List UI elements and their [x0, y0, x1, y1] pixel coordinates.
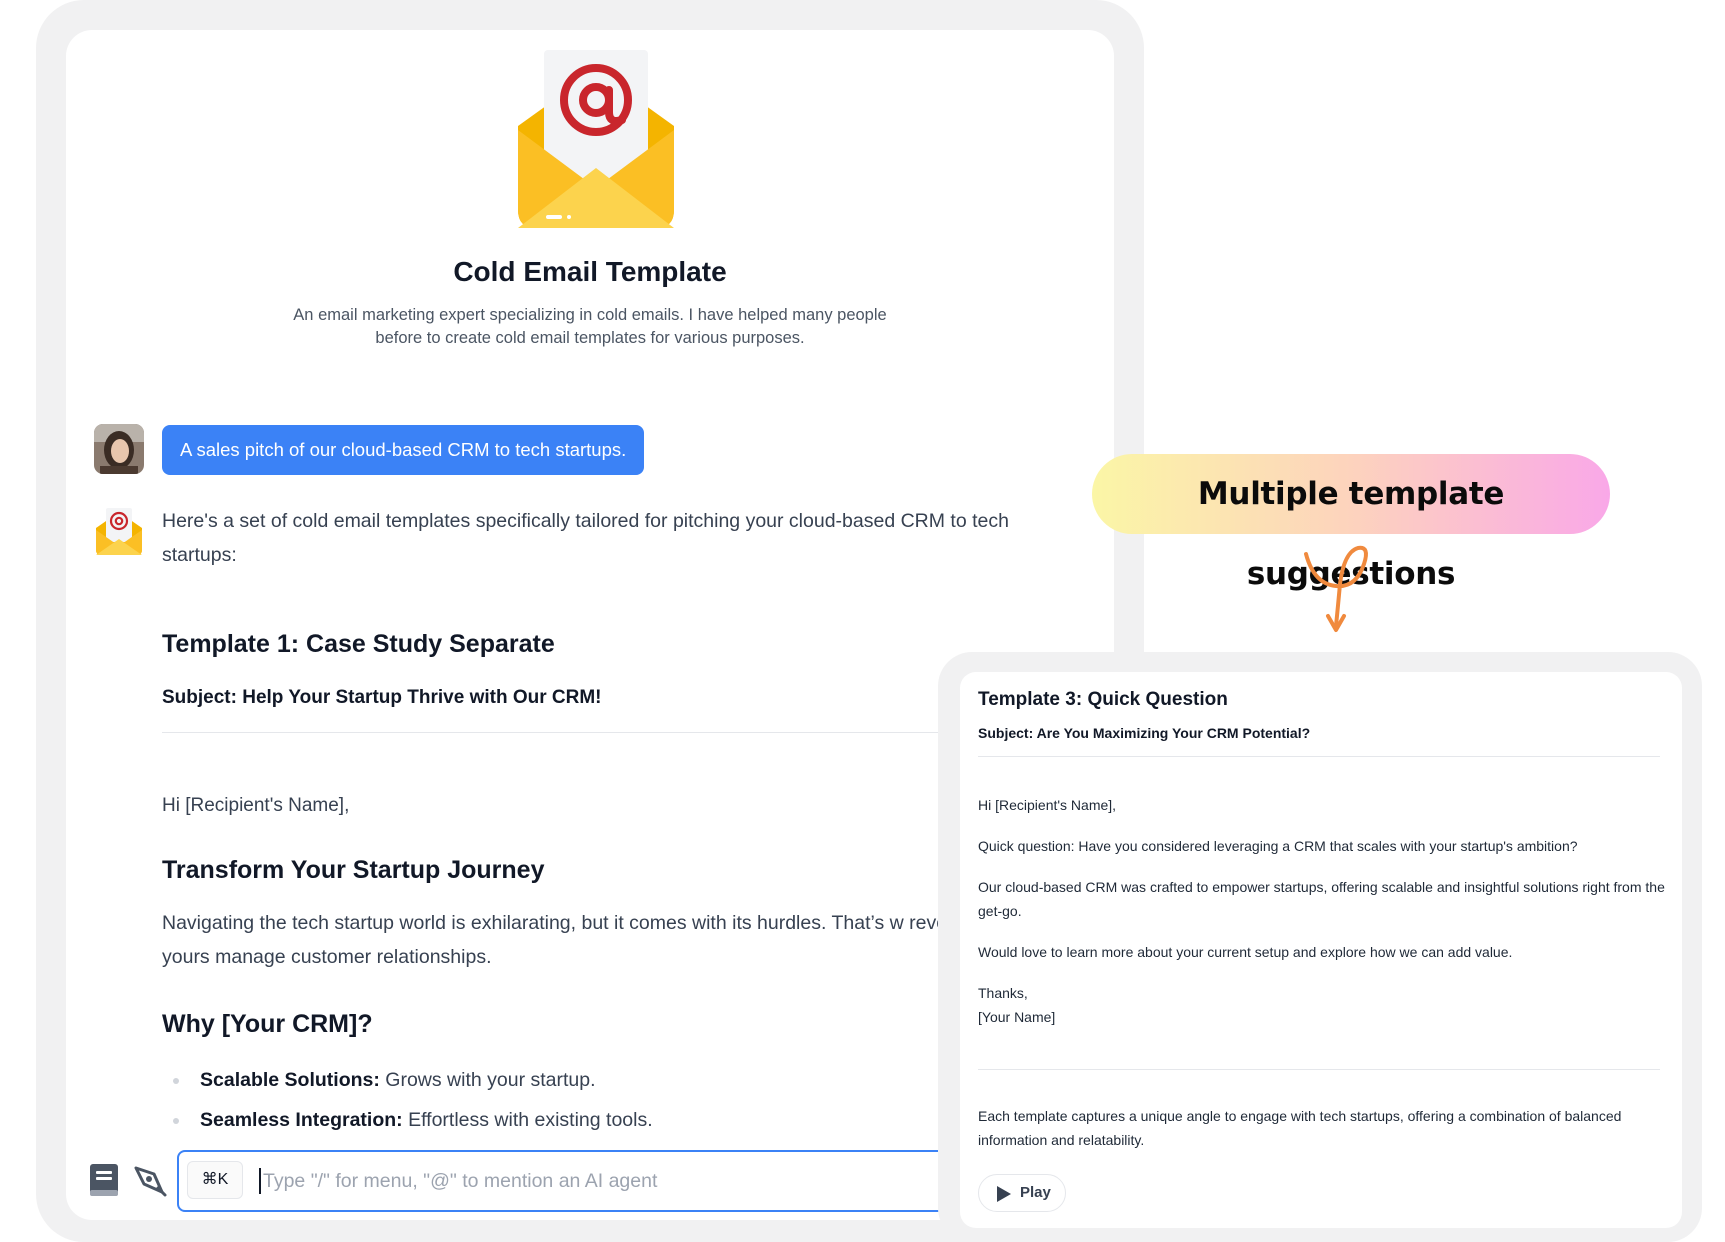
envelope-at-icon — [518, 50, 674, 228]
section-heading-why: Why [Your CRM]? — [162, 1010, 373, 1038]
text-caret — [259, 1168, 261, 1194]
shortcut-badge[interactable]: ⌘K — [187, 1161, 243, 1199]
play-icon — [997, 1186, 1011, 1202]
user-message-bubble: A sales pitch of our cloud-based CRM to … — [162, 425, 645, 475]
template-3-card-frame: Template 3: Quick Question Subject: Are … — [938, 652, 1702, 1242]
card-line: Quick question: Have you considered leve… — [978, 838, 1578, 854]
callout-pill: Multiple template suggestions — [1092, 454, 1610, 592]
card-signoff: Thanks, — [978, 985, 1028, 1001]
bot-response-intro: Here's a set of cold email templates spe… — [162, 510, 1009, 566]
bullet-bold: Scalable Solutions: — [200, 1069, 380, 1091]
template-3-card: Template 3: Quick Question Subject: Are … — [960, 672, 1682, 1228]
card-signature: [Your Name] — [978, 1009, 1056, 1025]
divider — [978, 756, 1660, 757]
bullet-bold: Seamless Integration: — [200, 1109, 403, 1131]
bullet-text: Grows with your startup. — [379, 1069, 596, 1091]
list-item: Scalable Solutions: Grows with your star… — [162, 1065, 653, 1105]
template-3-subject: Subject: Are You Maximizing Your CRM Pot… — [978, 725, 1311, 741]
template-1-title: Template 1: Case Study Separate — [162, 630, 555, 658]
bullet-text: Effortless with existing tools. — [402, 1109, 653, 1131]
card-summary: Each template captures a unique angle to… — [978, 1108, 1622, 1148]
bot-avatar-icon — [96, 508, 142, 555]
divider — [978, 1069, 1660, 1070]
chat-input-placeholder[interactable]: Type "/" for menu, "@" to mention an AI … — [263, 1152, 657, 1210]
play-label: Play — [1020, 1184, 1051, 1201]
book-icon[interactable] — [88, 1162, 120, 1198]
template-1-subject: Subject: Help Your Startup Thrive with O… — [162, 687, 602, 708]
email-greeting: Hi [Recipient's Name], — [162, 795, 350, 816]
card-line: Our cloud-based CRM was crafted to empow… — [978, 879, 1665, 919]
bot-title: Cold Email Template — [453, 256, 727, 287]
user-avatar — [94, 424, 144, 474]
pen-tool-icon[interactable] — [132, 1162, 168, 1198]
feature-list: Scalable Solutions: Grows with your star… — [162, 1065, 653, 1145]
card-greeting: Hi [Recipient's Name], — [978, 797, 1117, 813]
bot-description: An email marketing expert specializing i… — [293, 306, 887, 347]
card-line: Would love to learn more about your curr… — [978, 944, 1513, 960]
list-item: Seamless Integration: Effortless with ex… — [162, 1105, 653, 1145]
curly-arrow-icon — [1304, 545, 1368, 632]
section-heading-transform: Transform Your Startup Journey — [162, 856, 545, 884]
template-3-title: Template 3: Quick Question — [978, 689, 1228, 710]
play-button[interactable]: Play — [978, 1174, 1066, 1212]
